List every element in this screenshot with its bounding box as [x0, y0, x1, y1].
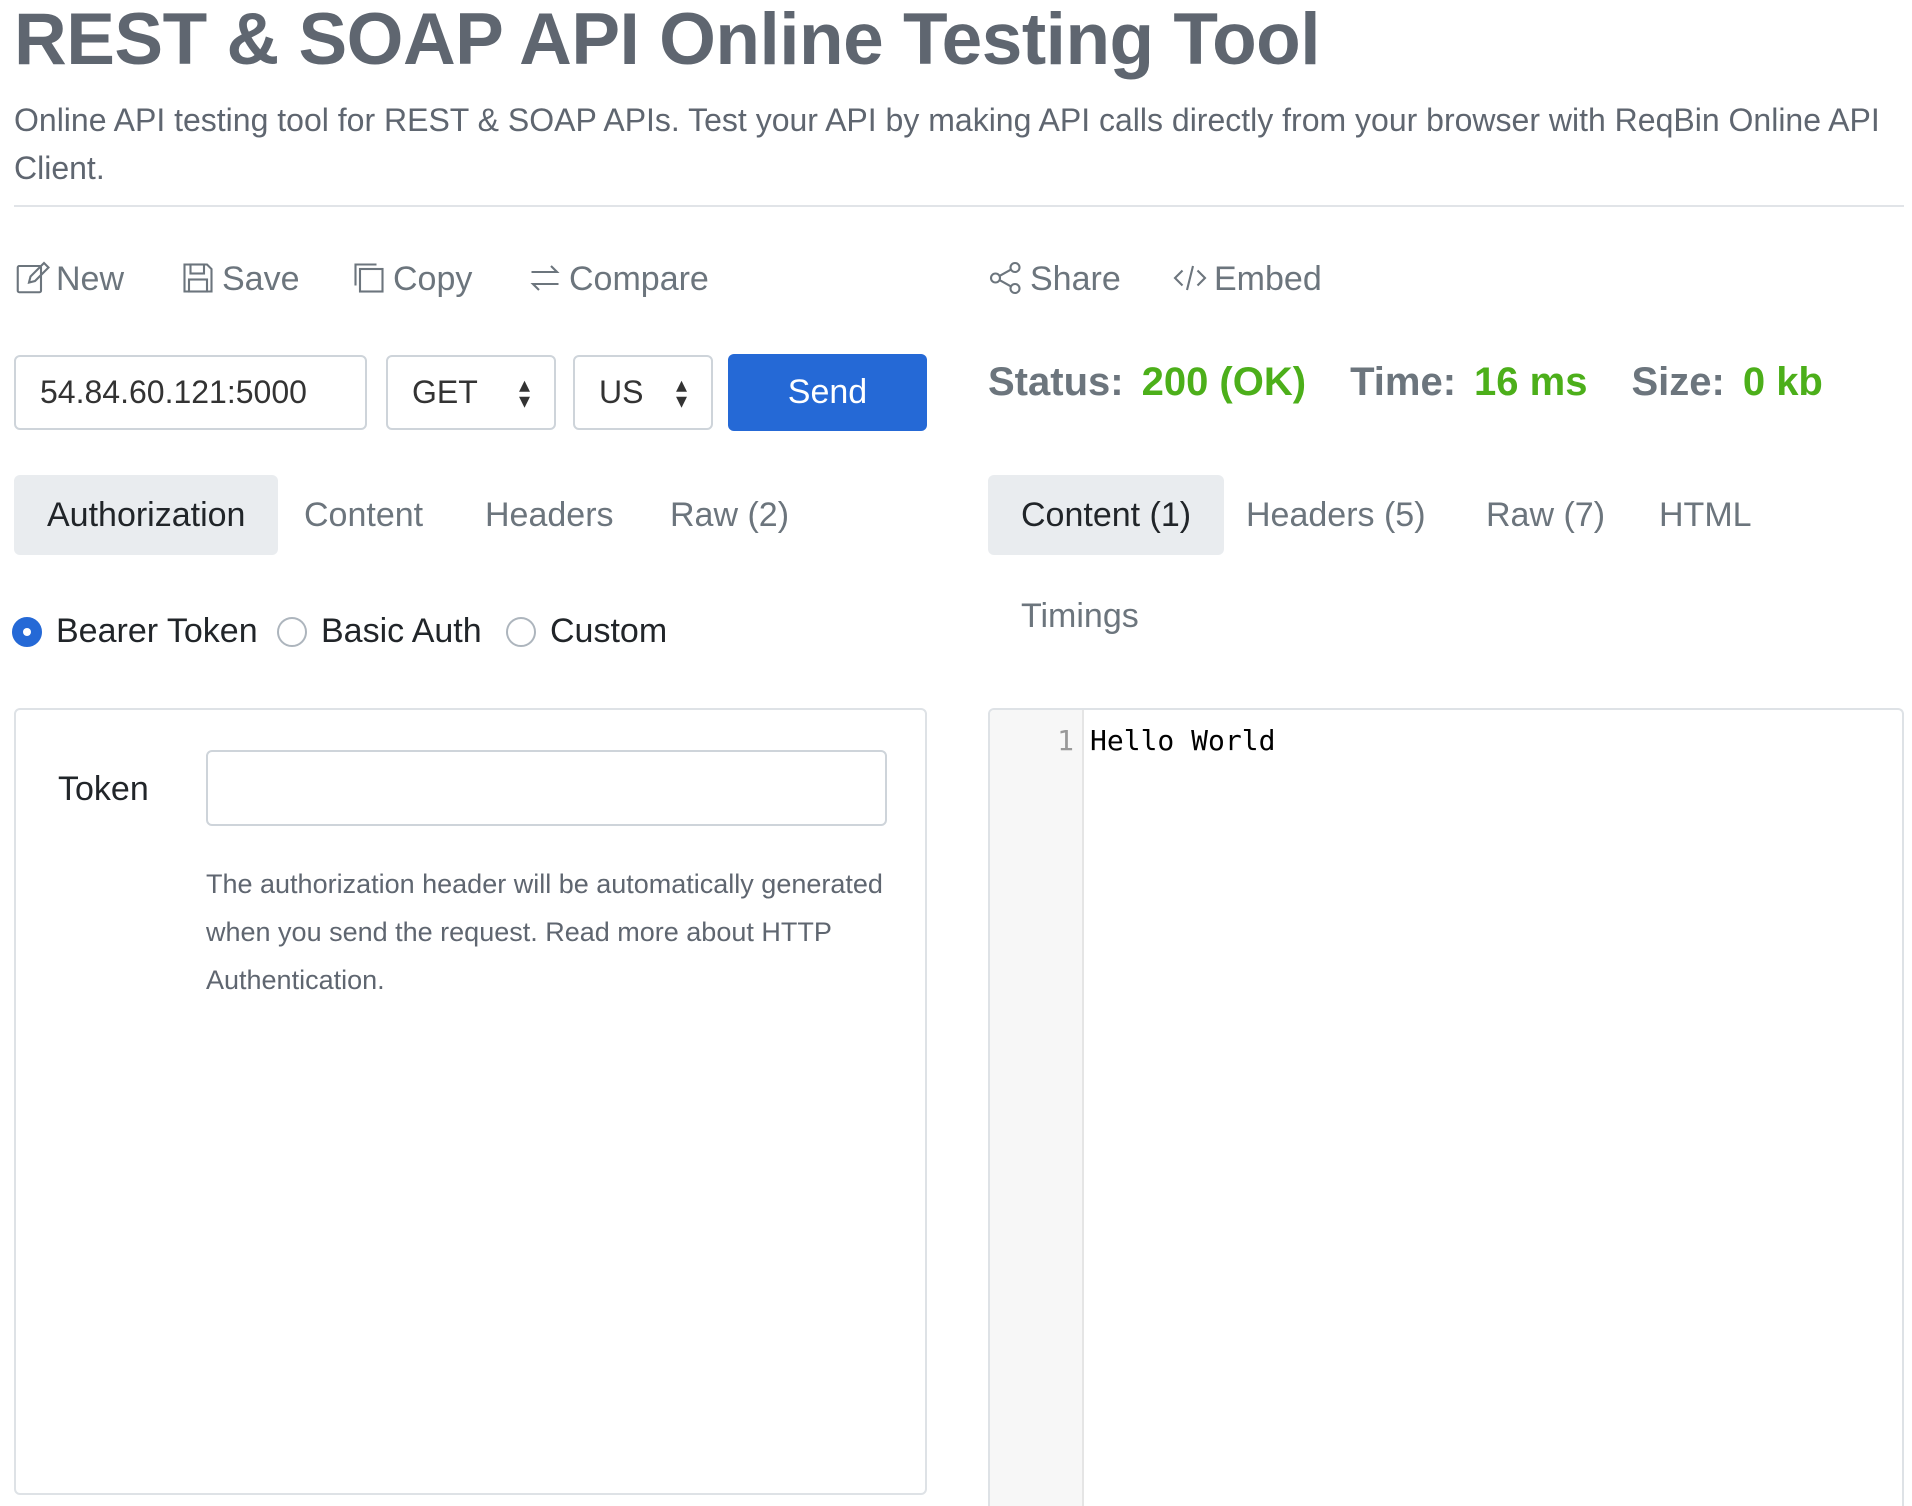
time-label: Time: [1350, 359, 1457, 404]
swap-arrows-icon [527, 260, 565, 298]
method-select[interactable]: GET ▴ ▾ [386, 355, 556, 430]
tab-response-headers[interactable]: Headers (5) [1213, 475, 1459, 555]
region-value: US [599, 374, 644, 410]
select-arrows-icon: ▴ ▾ [518, 371, 530, 413]
radio-label: Bearer Token [56, 612, 258, 650]
new-label: New [56, 259, 125, 298]
floppy-disk-icon [180, 260, 218, 298]
token-input[interactable] [206, 750, 887, 826]
new-button[interactable]: New [14, 256, 124, 302]
response-body-editor[interactable]: 1 Hello World [988, 708, 1904, 1506]
url-input[interactable] [14, 355, 367, 430]
embed-label: Embed [1214, 259, 1322, 298]
radio-custom[interactable]: Custom [506, 612, 667, 651]
save-label: Save [222, 259, 300, 298]
embed-button[interactable]: Embed [1172, 256, 1322, 302]
method-value: GET [412, 374, 478, 410]
line-number-gutter: 1 [990, 710, 1084, 1506]
save-button[interactable]: Save [180, 256, 300, 302]
copy-button[interactable]: Copy [351, 256, 472, 302]
radio-checked-icon [12, 616, 42, 647]
response-body-text: Hello World [1090, 724, 1276, 757]
share-button[interactable]: Share [988, 256, 1121, 302]
token-label: Token [58, 770, 149, 808]
tab-response-timings[interactable]: Timings [988, 576, 1172, 656]
token-help-text: The authorization header will be automat… [206, 869, 883, 995]
compare-label: Compare [569, 259, 709, 298]
size-label: Size: [1631, 359, 1725, 404]
tab-response-content[interactable]: Content (1) [988, 475, 1225, 555]
radio-unchecked-icon [277, 616, 307, 647]
authorization-panel: Token The authorization header will be a… [14, 708, 927, 1495]
tab-content[interactable]: Content [271, 475, 456, 555]
select-arrows-icon: ▴ ▾ [675, 371, 687, 413]
tab-response-html[interactable]: HTML [1626, 475, 1785, 555]
radio-label: Custom [550, 612, 668, 650]
radio-bearer-token[interactable]: Bearer Token [12, 612, 258, 651]
header-divider [14, 205, 1904, 207]
line-number: 1 [1057, 724, 1074, 757]
region-select[interactable]: US ▴ ▾ [573, 355, 713, 430]
radio-basic-auth[interactable]: Basic Auth [277, 612, 482, 651]
tab-authorization[interactable]: Authorization [14, 475, 279, 555]
radio-unchecked-icon [506, 616, 536, 647]
share-icon [988, 260, 1026, 298]
edit-icon [14, 260, 52, 298]
response-status-line: Status: 200 (OK) Time: 16 ms Size: 0 kb [988, 352, 1867, 412]
page-description: Online API testing tool for REST & SOAP … [14, 102, 1880, 186]
status-label: Status: [988, 359, 1124, 404]
tab-response-raw[interactable]: Raw (7) [1453, 475, 1638, 555]
copy-label: Copy [393, 259, 473, 298]
code-icon [1172, 260, 1210, 298]
tab-headers[interactable]: Headers [452, 475, 647, 555]
page-title: REST & SOAP API Online Testing Tool [14, 0, 1321, 80]
send-button[interactable]: Send [728, 354, 927, 431]
tab-raw[interactable]: Raw (2) [637, 475, 822, 555]
time-value: 16 ms [1474, 359, 1588, 404]
radio-label: Basic Auth [321, 612, 482, 650]
size-value: 0 kb [1742, 359, 1823, 404]
compare-button[interactable]: Compare [527, 256, 709, 302]
status-value: 200 (OK) [1141, 359, 1307, 404]
copy-icon [351, 260, 389, 298]
share-label: Share [1030, 259, 1121, 298]
